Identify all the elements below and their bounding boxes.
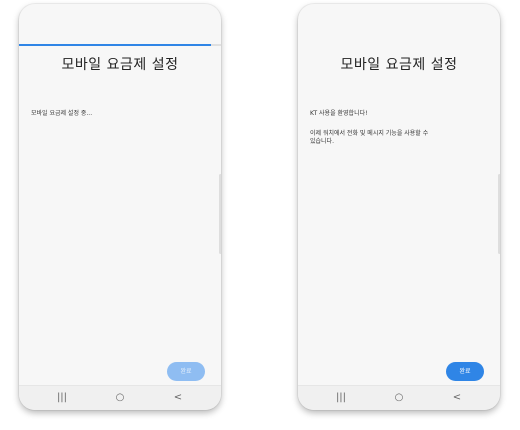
back-icon[interactable]: < — [168, 386, 188, 410]
welcome-text: KT 사용을 환영합니다! — [310, 110, 368, 117]
back-icon[interactable]: < — [447, 386, 467, 410]
navigation-bar: ||| ○ < — [298, 385, 500, 410]
side-key — [498, 174, 500, 254]
page-title: 모바일 요금제 설정 — [61, 57, 179, 73]
info-text-line-1: 이제 워치에서 전화 및 메시지 기능을 사용할 수 — [310, 130, 429, 137]
status-text: 모바일 요금제 설정 중... — [31, 110, 93, 117]
side-key — [219, 174, 221, 254]
info-text-line-2: 있습니다. — [310, 138, 334, 145]
phone-screen-setup: 모바일 요금제 설정 모바일 요금제 설정 중... 완료 ||| ○ < — [19, 4, 221, 410]
recent-apps-icon[interactable]: ||| — [331, 386, 351, 410]
recent-apps-icon[interactable]: ||| — [52, 386, 72, 410]
phone-screen-complete: 모바일 요금제 설정 KT 사용을 환영합니다! 이제 워치에서 전화 및 메시… — [298, 4, 500, 410]
progress-bar-fill — [19, 44, 211, 46]
done-button[interactable]: 완료 — [446, 362, 484, 381]
progress-bar — [19, 44, 221, 46]
done-button[interactable]: 완료 — [167, 362, 205, 381]
page-title: 모바일 요금제 설정 — [340, 57, 458, 73]
navigation-bar: ||| ○ < — [19, 385, 221, 410]
home-icon[interactable]: ○ — [389, 386, 409, 410]
home-icon[interactable]: ○ — [110, 386, 130, 410]
